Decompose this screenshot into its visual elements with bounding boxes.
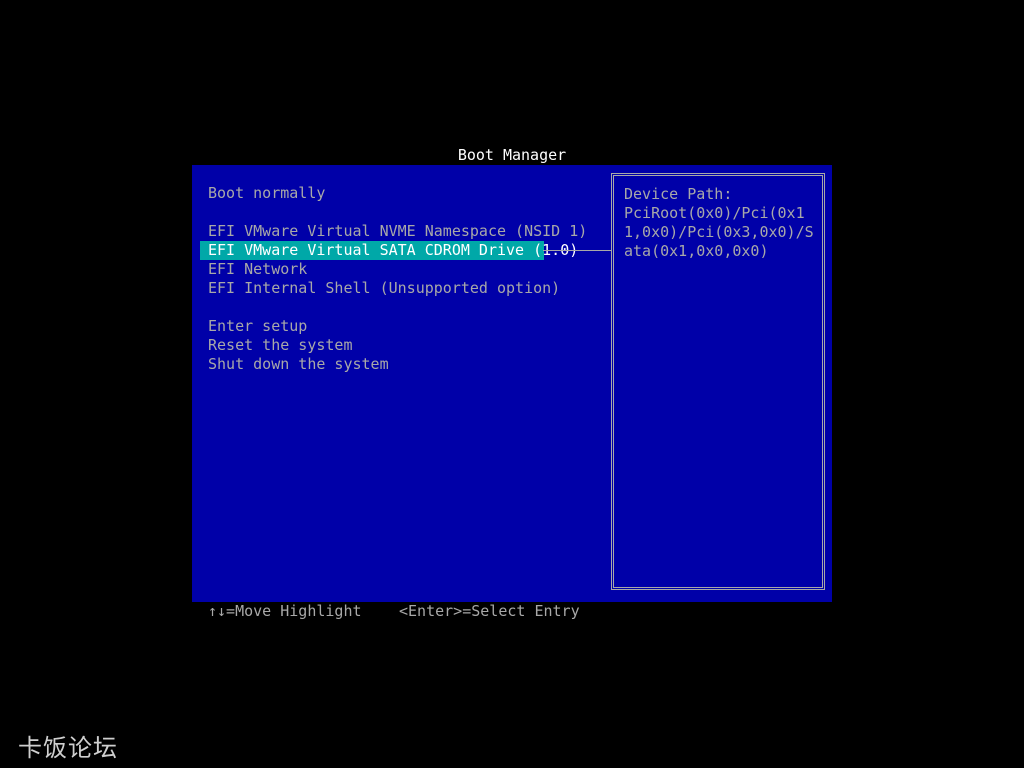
menu-item-nvme-namespace[interactable]: EFI VMware Virtual NVME Namespace (NSID … xyxy=(200,222,600,241)
page-title: Boot Manager xyxy=(457,146,567,164)
menu-item-sata-cdrom[interactable]: EFI VMware Virtual SATA CDROM Drive (1.0… xyxy=(200,241,578,260)
help-text: Device Path: PciRoot(0x0)/Pci(0x11,0x0)/… xyxy=(624,185,820,261)
device-path-heading: Device Path: xyxy=(624,185,733,203)
footer-nav-hint: ↑↓=Move Highlight xyxy=(208,602,362,620)
boot-menu: Boot normally EFI VMware Virtual NVME Na… xyxy=(200,184,600,374)
menu-item-efi-network[interactable]: EFI Network xyxy=(200,260,600,279)
menu-item-reset-system[interactable]: Reset the system xyxy=(200,336,600,355)
menu-gap xyxy=(200,203,600,222)
device-path-value: PciRoot(0x0)/Pci(0x11,0x0)/Pci(0x3,0x0)/… xyxy=(624,204,814,260)
menu-gap xyxy=(200,298,600,317)
menu-item-shut-down[interactable]: Shut down the system xyxy=(200,355,600,374)
selection-connector-line xyxy=(543,250,611,251)
forum-watermark: 卡饭论坛 xyxy=(18,734,118,762)
menu-item-internal-shell[interactable]: EFI Internal Shell (Unsupported option) xyxy=(200,279,600,298)
help-box: Device Path: PciRoot(0x0)/Pci(0x11,0x0)/… xyxy=(611,173,825,590)
footer-select-hint: <Enter>=Select Entry xyxy=(399,602,580,620)
boot-manager-panel: Boot normally EFI VMware Virtual NVME Na… xyxy=(192,165,832,602)
menu-item-enter-setup[interactable]: Enter setup xyxy=(200,317,600,336)
menu-item-boot-normally[interactable]: Boot normally xyxy=(200,184,600,203)
